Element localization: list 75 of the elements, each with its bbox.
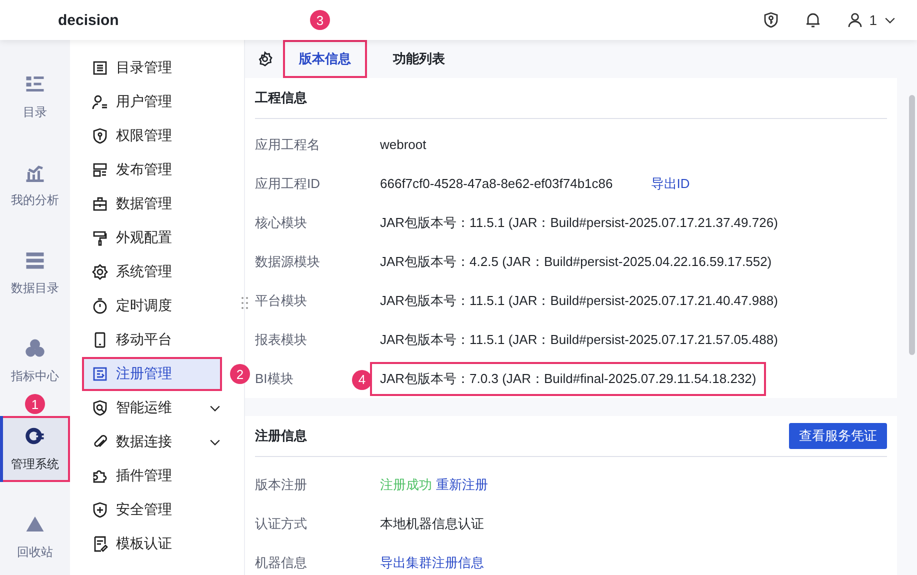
nav-item[interactable]: 目录: [0, 64, 70, 130]
app-title: decision: [58, 12, 119, 28]
nav-item[interactable]: 指标中心: [0, 328, 70, 394]
nav-item[interactable]: 回收站: [0, 504, 70, 570]
nav-item[interactable]: 管理系统: [0, 416, 70, 482]
search-shield-icon: [92, 400, 108, 416]
nav-item[interactable]: 数据目录: [0, 240, 70, 306]
menu-item[interactable]: 数据管理: [82, 187, 222, 221]
field-value: 666f7cf0-4528-47a8-8e62-ef03f74b1c86: [379, 175, 614, 193]
section-title: 工程信息: [255, 89, 307, 107]
field-value: JAR包版本号：4.2.5 (JAR：Build#persist-2025.04.22.16.59.17.552): [379, 252, 773, 271]
view-certificate-button[interactable]: 查看服务凭证: [789, 423, 887, 449]
menu-item[interactable]: 权限管理: [82, 119, 222, 153]
user-icon: [847, 12, 864, 28]
menu-item[interactable]: 插件管理: [82, 459, 222, 493]
toolbox-icon: [92, 196, 108, 212]
field-label: 平台模块: [255, 292, 307, 308]
menu-item[interactable]: 外观配置: [82, 221, 222, 255]
field-label: 核心模块: [255, 214, 307, 230]
menu-item[interactable]: 目录管理: [82, 51, 222, 85]
shield-key-icon: [763, 12, 780, 28]
menu-item[interactable]: 智能运维: [82, 391, 222, 425]
certificate-icon: [92, 536, 108, 552]
layout-icon: [92, 162, 108, 178]
paperclip-icon: [92, 434, 108, 450]
export-link[interactable]: 导出ID: [650, 174, 690, 192]
callout-badge: 1: [25, 394, 45, 414]
menu-item[interactable]: 模板认证: [82, 527, 222, 561]
nav-item[interactable]: 我的分析: [0, 152, 70, 218]
field-value: JAR包版本号：11.5.1 (JAR：Build#persist-2025.07.17.21.37.49.726): [379, 214, 779, 232]
field-value: JAR包版本号：7.0.3 (JAR：Build#final-2025.07.29.11.54.18.232): [370, 362, 766, 396]
puzzle-icon: [92, 468, 108, 484]
resize-handle-icon[interactable]: [241, 296, 249, 310]
menu-item[interactable]: 移动平台: [82, 323, 222, 357]
callout-badge: 4: [352, 370, 372, 390]
form-icon: [92, 366, 108, 382]
field-label: BI模块: [255, 370, 294, 386]
field-value: JAR包版本号：11.5.1 (JAR：Build#persist-2025.07.17.21.57.05.488): [379, 330, 779, 349]
database-list-icon: [25, 250, 45, 270]
paint-roller-icon: [92, 230, 108, 246]
menu-item[interactable]: 用户管理: [82, 85, 222, 119]
menu-item[interactable]: 定时调度: [82, 289, 222, 323]
callout-badge: 2: [230, 364, 250, 384]
status-text: 注册成功: [380, 476, 432, 494]
field-value: JAR包版本号：11.5.1 (JAR：Build#persist-2025.07.17.21.40.47.988): [379, 292, 779, 310]
tab[interactable]: 功能列表: [377, 40, 461, 78]
field-label: 报表模块: [255, 332, 307, 346]
notification-icon: [805, 12, 822, 28]
field-value: 本地机器信息认证: [380, 514, 484, 532]
field-label: 机器信息: [255, 554, 307, 570]
menu-item[interactable]: 系统管理: [82, 255, 222, 289]
field-value: webroot: [379, 136, 428, 154]
list-icon: [25, 74, 45, 94]
section-title: 注册信息: [255, 427, 307, 445]
tab[interactable]: 版本信息: [283, 40, 367, 78]
field-label: 应用工程名: [255, 136, 320, 152]
phone-icon: [92, 332, 108, 348]
list-icon: [92, 60, 108, 76]
menu-item[interactable]: 发布管理: [82, 153, 222, 187]
menu-item[interactable]: 注册管理: [82, 357, 222, 391]
action-link[interactable]: 导出集群注册信息: [380, 554, 484, 572]
menu-item[interactable]: 安全管理: [82, 493, 222, 527]
shield-icon: [92, 128, 108, 144]
action-link[interactable]: 重新注册: [436, 476, 488, 494]
menu-item[interactable]: 数据连接: [82, 425, 222, 459]
stopwatch-icon: [92, 298, 108, 314]
field-label: 版本注册: [255, 476, 307, 492]
field-label: 认证方式: [255, 516, 307, 530]
shield-plus-icon: [92, 502, 108, 518]
scrollbar[interactable]: [909, 95, 915, 355]
field-label: 应用工程ID: [255, 176, 320, 190]
cubes-icon: [25, 338, 45, 358]
user-menu[interactable]: 1: [847, 12, 897, 28]
user-icon: [92, 94, 108, 110]
field-label: 数据源模块: [255, 254, 320, 268]
